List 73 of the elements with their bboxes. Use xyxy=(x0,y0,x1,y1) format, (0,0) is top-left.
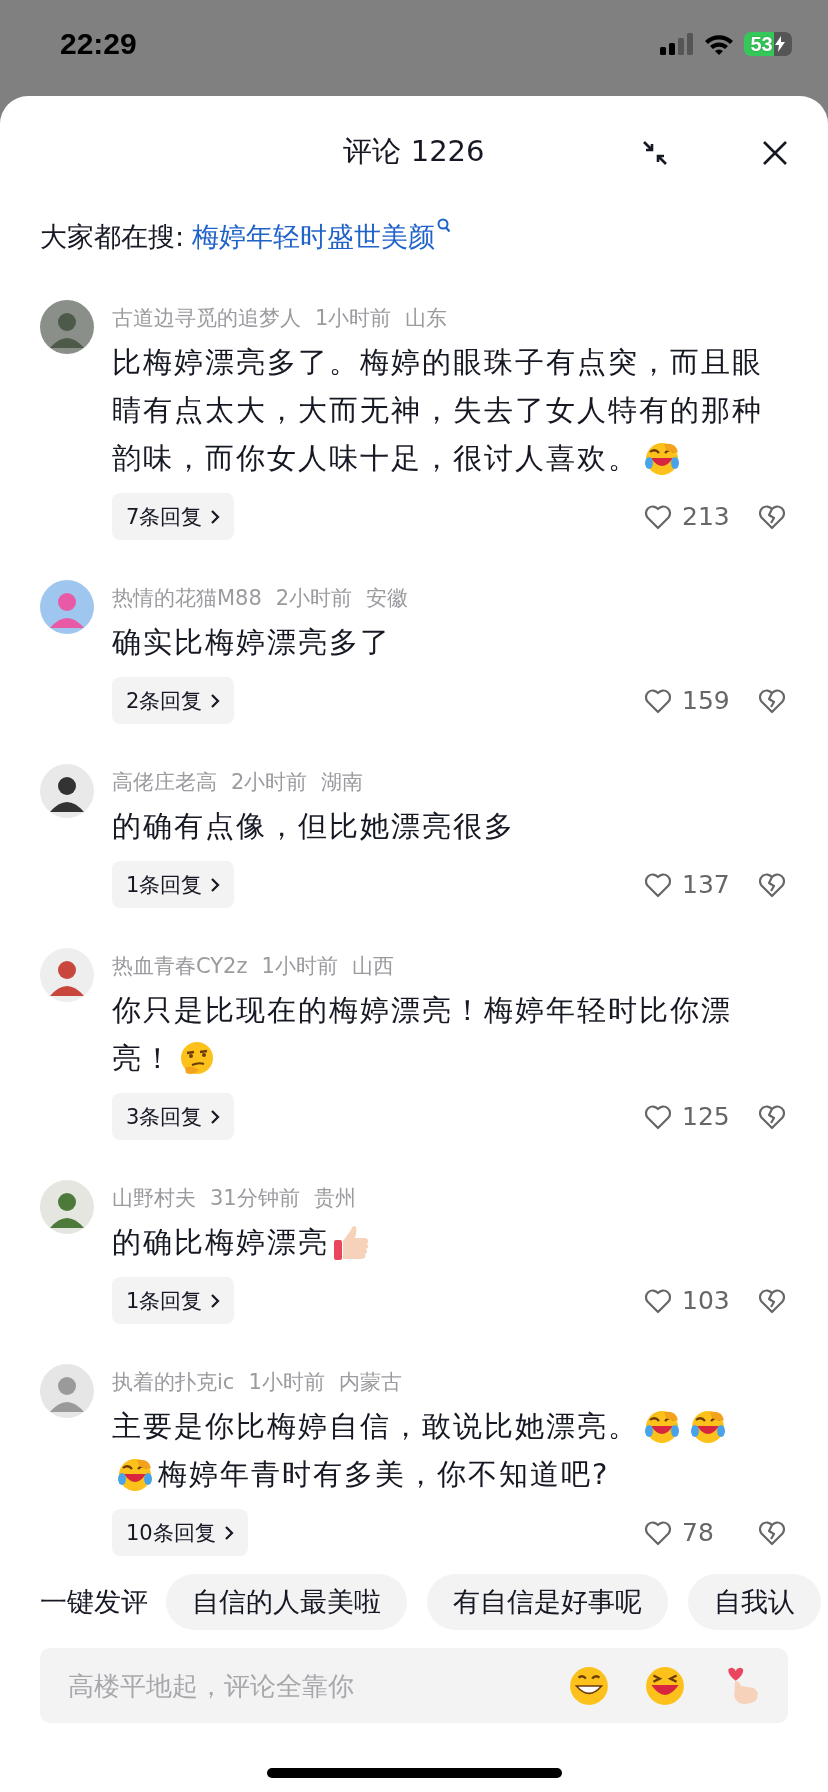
comment-text: 你只是比现在的梅婷漂亮！梅婷年轻时比你漂 xyxy=(112,992,732,1029)
comment-location: 安徽 xyxy=(366,585,409,612)
broken-heart-icon[interactable] xyxy=(758,1103,786,1130)
heart-icon[interactable] xyxy=(644,1103,672,1130)
comment-location: 山东 xyxy=(405,305,448,332)
quick-comment-label: 一键发评 xyxy=(40,1585,148,1619)
comments-title: 评论 1226 xyxy=(343,133,485,170)
chevron-icon xyxy=(210,1108,221,1125)
chevron-icon xyxy=(210,692,221,709)
clock: 22:29 xyxy=(60,27,137,61)
comment-time: 2小时前 xyxy=(231,769,308,796)
broken-heart-icon[interactable] xyxy=(758,503,786,530)
signal-icon xyxy=(660,33,694,55)
comment-location: 湖南 xyxy=(321,769,364,796)
broken-heart-icon[interactable] xyxy=(758,1519,786,1546)
comment-text: 比梅婷漂亮多了。梅婷的眼珠子有点突，而且眼 xyxy=(112,344,763,381)
broken-heart-icon[interactable] xyxy=(758,871,786,898)
view-replies-button[interactable]: 10条回复 xyxy=(112,1509,248,1556)
heart-icon[interactable] xyxy=(644,687,672,714)
view-replies-button[interactable]: 1条回复 xyxy=(112,1277,235,1324)
comment-location: 贵州 xyxy=(313,1185,356,1212)
avatar[interactable] xyxy=(40,300,94,354)
view-replies-button[interactable]: 1条回复 xyxy=(112,861,235,908)
search-link[interactable]: 梅婷年轻时盛世美颜 xyxy=(192,219,436,255)
squinting-emoji-icon[interactable] xyxy=(644,1664,686,1707)
view-replies-button[interactable]: 3条回复 xyxy=(112,1093,235,1140)
chevron-icon xyxy=(210,876,221,893)
comment-text: 韵味，而你女人味十足，很讨人喜欢。 xyxy=(112,440,639,477)
quick-comment-chip[interactable]: 自信的人最美啦 xyxy=(166,1574,407,1630)
comment-text: 睛有点太大，大而无神，失去了女人特有的那种 xyxy=(112,392,763,429)
like-count: 78 xyxy=(682,1518,715,1547)
search-icon xyxy=(437,218,452,234)
quick-comment-chip[interactable]: 有自信是好事呢 xyxy=(427,1574,668,1630)
like-count: 213 xyxy=(682,502,731,531)
like-count: 137 xyxy=(682,870,731,899)
broken-heart-icon[interactable] xyxy=(758,687,786,714)
comment-time: 31分钟前 xyxy=(210,1185,300,1212)
collapse-icon[interactable] xyxy=(642,140,668,166)
chevron-icon xyxy=(210,508,221,525)
comment-text: 亮！ xyxy=(112,1040,174,1077)
like-count: 125 xyxy=(682,1102,731,1131)
comment-text: 主要是你比梅婷自信，敢说比她漂亮。 xyxy=(112,1408,639,1445)
comment-input[interactable]: 高楼平地起，评论全靠你 xyxy=(66,1669,534,1702)
comment-time: 1小时前 xyxy=(248,1369,325,1396)
heart-icon[interactable] xyxy=(644,871,672,898)
wifi-icon xyxy=(704,33,734,55)
heart-icon[interactable] xyxy=(644,1519,672,1546)
comment-time: 1小时前 xyxy=(315,305,392,332)
comment-bar[interactable]: 高楼平地起，评论全靠你 xyxy=(40,1648,788,1723)
comment-text: 的确比梅婷漂亮 xyxy=(112,1224,329,1261)
grinning-emoji-icon[interactable] xyxy=(568,1664,610,1707)
comment-text: 的确有点像，但比她漂亮很多 xyxy=(112,808,515,845)
avatar[interactable] xyxy=(40,764,94,818)
comment-text: 梅婷年青时有多美，你不知道吧? xyxy=(158,1456,610,1493)
quick-comment-chip[interactable]: 自我认 xyxy=(688,1574,821,1630)
comment-time: 2小时前 xyxy=(275,585,353,612)
heart-icon[interactable] xyxy=(644,1287,672,1314)
battery-level: 53 xyxy=(750,32,773,56)
comment-time: 1小时前 xyxy=(261,953,338,980)
comment-location: 内蒙古 xyxy=(338,1369,402,1396)
like-count: 103 xyxy=(682,1286,731,1315)
search-hint-label: 大家都在搜: xyxy=(40,220,185,254)
broken-heart-icon[interactable] xyxy=(758,1287,786,1314)
heart-icon[interactable] xyxy=(644,503,672,530)
like-count: 159 xyxy=(682,686,731,715)
comment-location: 山西 xyxy=(351,953,394,980)
charging-icon xyxy=(773,36,786,52)
chevron-icon xyxy=(223,1524,234,1541)
view-replies-button[interactable]: 2条回复 xyxy=(112,677,235,724)
close-icon[interactable] xyxy=(762,140,788,166)
chevron-icon xyxy=(210,1292,221,1309)
comment-text: 确实比梅婷漂亮多了 xyxy=(112,624,391,661)
view-replies-button[interactable]: 7条回复 xyxy=(112,493,235,540)
